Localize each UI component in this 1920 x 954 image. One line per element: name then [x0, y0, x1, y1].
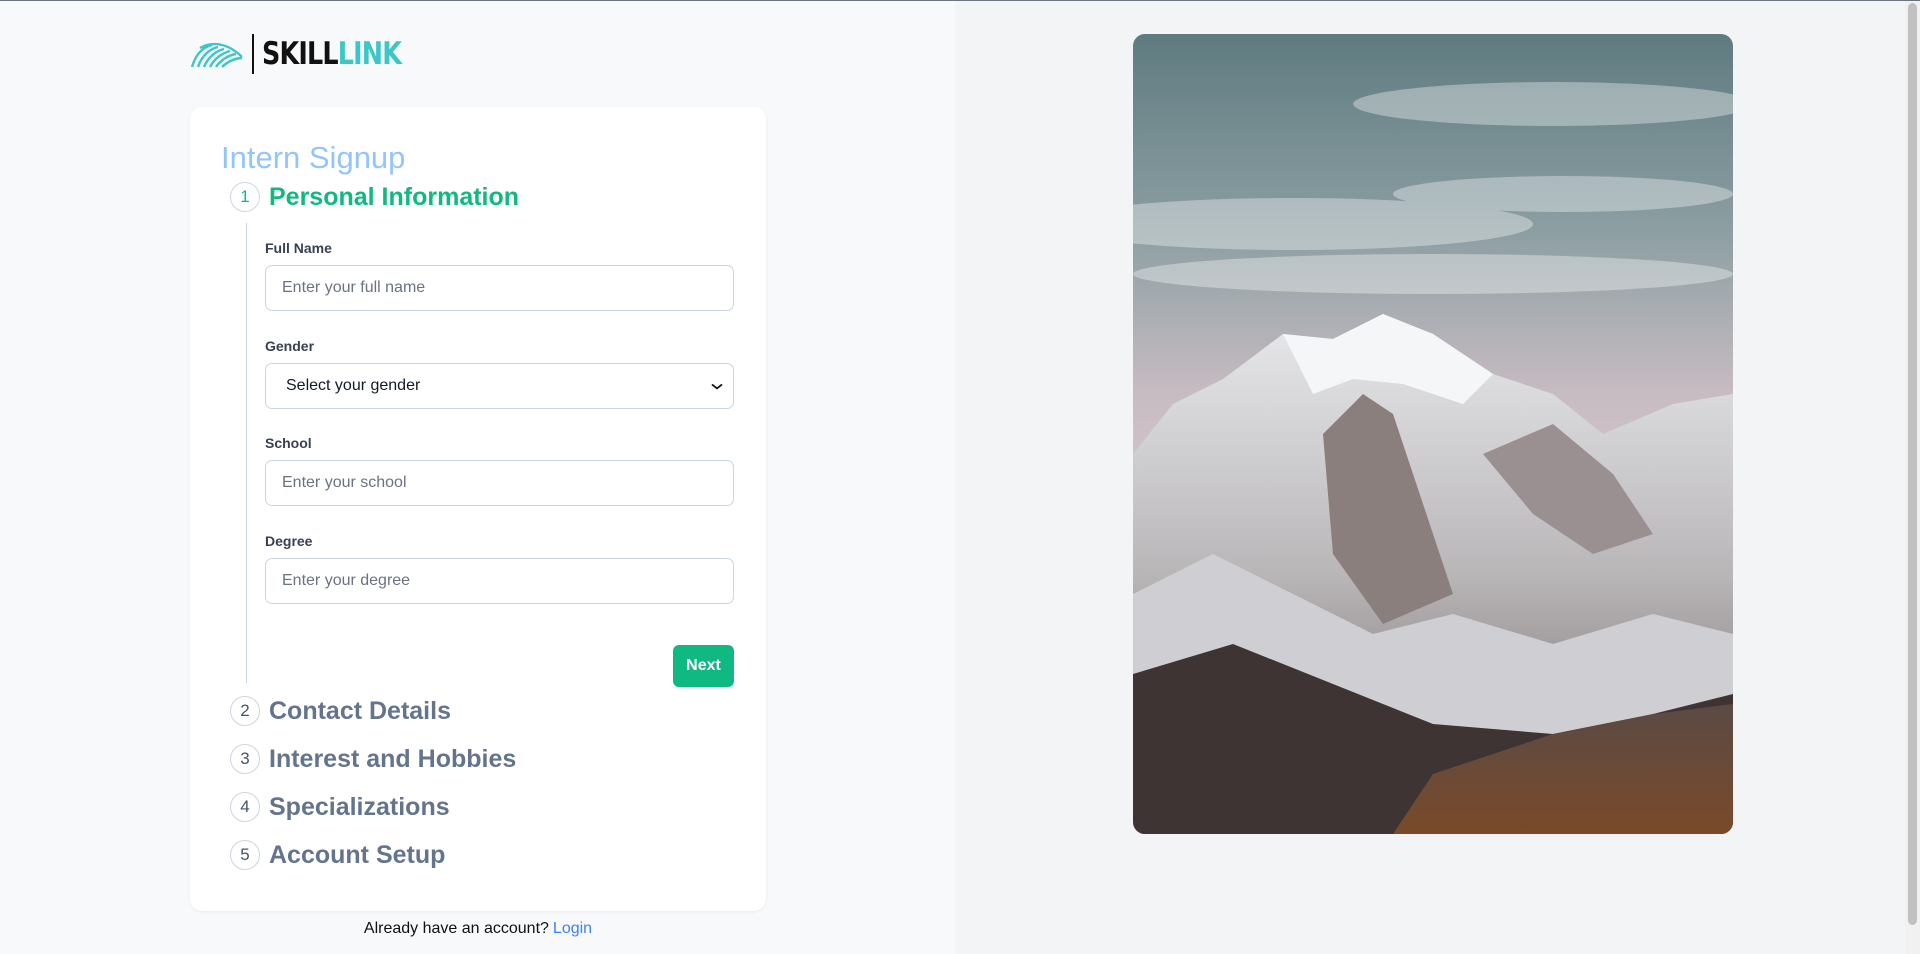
degree-label: Degree — [265, 533, 313, 549]
gender-label: Gender — [265, 338, 315, 354]
step-number: 2 — [230, 696, 260, 726]
logo-divider — [252, 34, 254, 74]
gender-select[interactable]: Select your gender — [265, 363, 734, 409]
step-interest-and-hobbies[interactable]: 3 Interest and Hobbies — [230, 744, 516, 774]
gender-select-value: Select your gender — [286, 377, 421, 394]
step-number: 5 — [230, 840, 260, 870]
step-label: Interest and Hobbies — [269, 744, 517, 773]
waves-logo-icon — [190, 42, 243, 68]
login-prompt: Already have an account? Login — [190, 920, 766, 938]
scrollbar-thumb[interactable] — [1908, 3, 1917, 925]
step-specializations[interactable]: 4 Specializations — [230, 792, 450, 822]
logo-text-accent: LINK — [337, 36, 402, 72]
step-personal-information[interactable]: 1 Personal Information — [230, 182, 519, 212]
step-connector-line — [246, 223, 247, 683]
chevron-down-icon — [711, 380, 723, 393]
school-input[interactable] — [265, 460, 734, 506]
next-button[interactable]: Next — [673, 645, 734, 687]
step-number: 4 — [230, 792, 260, 822]
scrollbar[interactable] — [1905, 1, 1920, 954]
school-label: School — [265, 435, 312, 451]
login-prompt-text: Already have an account? — [363, 920, 549, 937]
step-account-setup[interactable]: 5 Account Setup — [230, 840, 445, 870]
degree-input[interactable] — [265, 558, 734, 604]
step-contact-details[interactable]: 2 Contact Details — [230, 696, 451, 726]
full-name-input[interactable] — [265, 265, 734, 311]
page-title: Intern Signup — [221, 140, 406, 175]
left-pane: SKILLLINK Intern Signup 1 Personal Infor… — [0, 1, 955, 954]
mountain-photo — [1133, 34, 1733, 834]
step-label: Contact Details — [269, 696, 451, 725]
mountain-image — [1133, 34, 1733, 834]
step-label: Specializations — [269, 792, 450, 821]
signup-card: Intern Signup 1 Personal Information Ful… — [190, 107, 766, 911]
logo-text-dark: SKILL — [262, 36, 339, 72]
step-number: 1 — [230, 182, 260, 212]
step-number: 3 — [230, 744, 260, 774]
skilllink-logo[interactable]: SKILLLINK — [190, 33, 432, 75]
step-label: Account Setup — [269, 840, 446, 869]
full-name-label: Full Name — [265, 240, 332, 256]
login-link[interactable]: Login — [553, 920, 592, 937]
logo-wordmark: SKILLLINK — [262, 36, 402, 72]
step-label: Personal Information — [269, 182, 520, 211]
